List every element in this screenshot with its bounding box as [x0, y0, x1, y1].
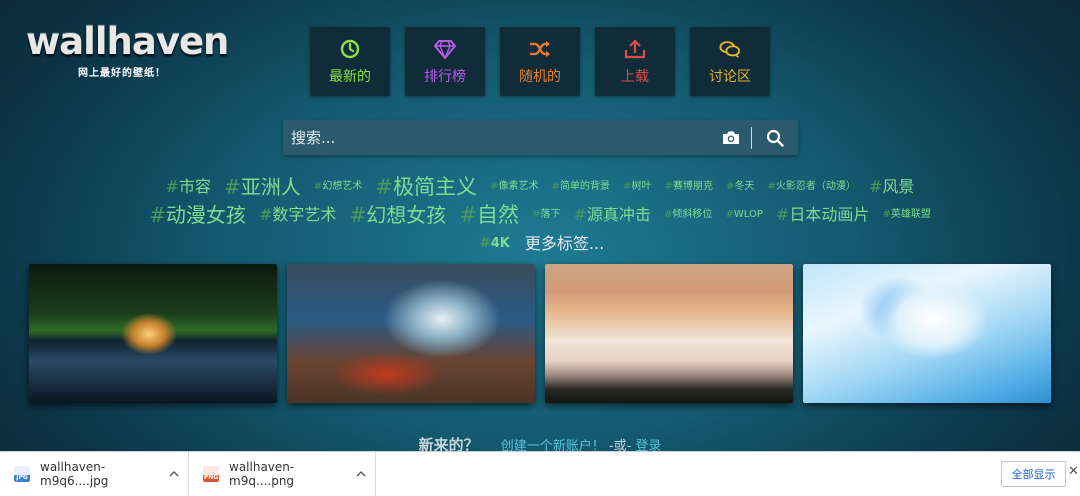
more-tags-link[interactable]: 更多标签...	[525, 234, 604, 253]
wallpaper-thumbnail[interactable]	[545, 264, 793, 403]
nav-upload[interactable]: 上载	[595, 27, 675, 96]
logo-text: wallhaven	[26, 20, 229, 63]
nav-toplist[interactable]: 排行榜	[405, 27, 485, 96]
close-icon[interactable]: ✕	[1068, 464, 1080, 479]
download-item[interactable]: PNG wallhaven-m9q....png	[189, 452, 376, 496]
nav-random[interactable]: 随机的	[500, 27, 580, 96]
camera-icon[interactable]	[711, 120, 751, 155]
wallpaper-grid	[29, 264, 1051, 403]
tag-link[interactable]: #树叶	[623, 173, 651, 201]
upload-icon	[624, 38, 646, 60]
search-input[interactable]	[283, 120, 711, 155]
tag-link[interactable]: #倾斜移位	[664, 201, 712, 229]
tag-link[interactable]: #赛博朋克	[665, 173, 713, 201]
magnifier-icon[interactable]	[752, 120, 798, 155]
download-item[interactable]: JPG wallhaven-m9q6....jpg	[0, 452, 189, 496]
tag-row: #4K 更多标签...	[80, 229, 1000, 258]
nav-random-label: 随机的	[519, 68, 561, 85]
tag-link[interactable]: #数字艺术	[259, 201, 336, 229]
jpg-file-icon: JPG	[14, 466, 30, 482]
tag-link[interactable]: #4K	[480, 230, 510, 258]
main-nav: 最新的 排行榜 随机的 上载 讨论区	[310, 27, 770, 96]
nav-latest[interactable]: 最新的	[310, 27, 390, 96]
nav-forums-label: 讨论区	[709, 68, 751, 85]
download-bar: JPG wallhaven-m9q6....jpg PNG wallhaven-…	[0, 451, 1080, 496]
tag-link[interactable]: #英雄联盟	[883, 201, 931, 229]
wallpaper-thumbnail[interactable]	[287, 264, 535, 403]
show-all-button[interactable]: 全部显示	[1001, 461, 1066, 487]
tag-link[interactable]: #亚洲人	[224, 173, 301, 201]
chat-icon	[719, 38, 741, 60]
nav-forums[interactable]: 讨论区	[690, 27, 770, 96]
tag-link[interactable]: #风景	[869, 173, 914, 201]
logo-tagline: 网上最好的壁纸！	[78, 68, 166, 79]
tag-row: #市容 #亚洲人 #幻想艺术 #极简主义 #像素艺术 #简单的背景 #树叶 #赛…	[80, 172, 1000, 201]
popular-tags: #市容 #亚洲人 #幻想艺术 #极简主义 #像素艺术 #简单的背景 #树叶 #赛…	[80, 172, 1000, 258]
tag-link[interactable]: #源真冲击	[574, 201, 651, 229]
search-bar	[283, 120, 798, 155]
shuffle-icon	[529, 38, 551, 60]
chevron-up-icon[interactable]	[347, 471, 375, 477]
tag-link[interactable]: #日本动画片	[776, 201, 869, 229]
tag-link[interactable]: #WLOP	[726, 201, 763, 229]
wallpaper-thumbnail[interactable]	[803, 264, 1051, 403]
tag-link[interactable]: #极简主义	[375, 173, 477, 201]
tag-link[interactable]: #市容	[166, 173, 211, 201]
tag-link[interactable]: #火影忍者（动漫）	[768, 173, 856, 201]
chevron-up-icon[interactable]	[160, 471, 188, 477]
nav-upload-label: 上载	[621, 68, 649, 85]
download-filename: wallhaven-m9q....png	[229, 460, 295, 488]
tag-row: #动漫女孩 #数字艺术 #幻想女孩 #自然 #落下 #源真冲击 #倾斜移位 #W…	[80, 201, 1000, 230]
tag-link[interactable]: #简单的背景	[552, 173, 610, 201]
download-filename: wallhaven-m9q6....jpg	[40, 460, 109, 488]
tag-link[interactable]: #幻想艺术	[314, 173, 362, 201]
clock-icon	[339, 38, 361, 60]
nav-latest-label: 最新的	[329, 68, 371, 85]
tag-link[interactable]: #像素艺术	[490, 173, 538, 201]
tag-link[interactable]: #动漫女孩	[149, 201, 246, 229]
tag-link[interactable]: #落下	[532, 201, 560, 229]
nav-toplist-label: 排行榜	[424, 68, 466, 85]
site-logo[interactable]: wallhaven 网上最好的壁纸！	[26, 20, 229, 79]
tag-link[interactable]: #幻想女孩	[349, 201, 446, 229]
wallpaper-thumbnail[interactable]	[29, 264, 277, 403]
diamond-icon	[434, 38, 456, 60]
tag-link[interactable]: #冬天	[726, 173, 754, 201]
tag-link[interactable]: #自然	[459, 201, 519, 229]
png-file-icon: PNG	[203, 466, 219, 482]
